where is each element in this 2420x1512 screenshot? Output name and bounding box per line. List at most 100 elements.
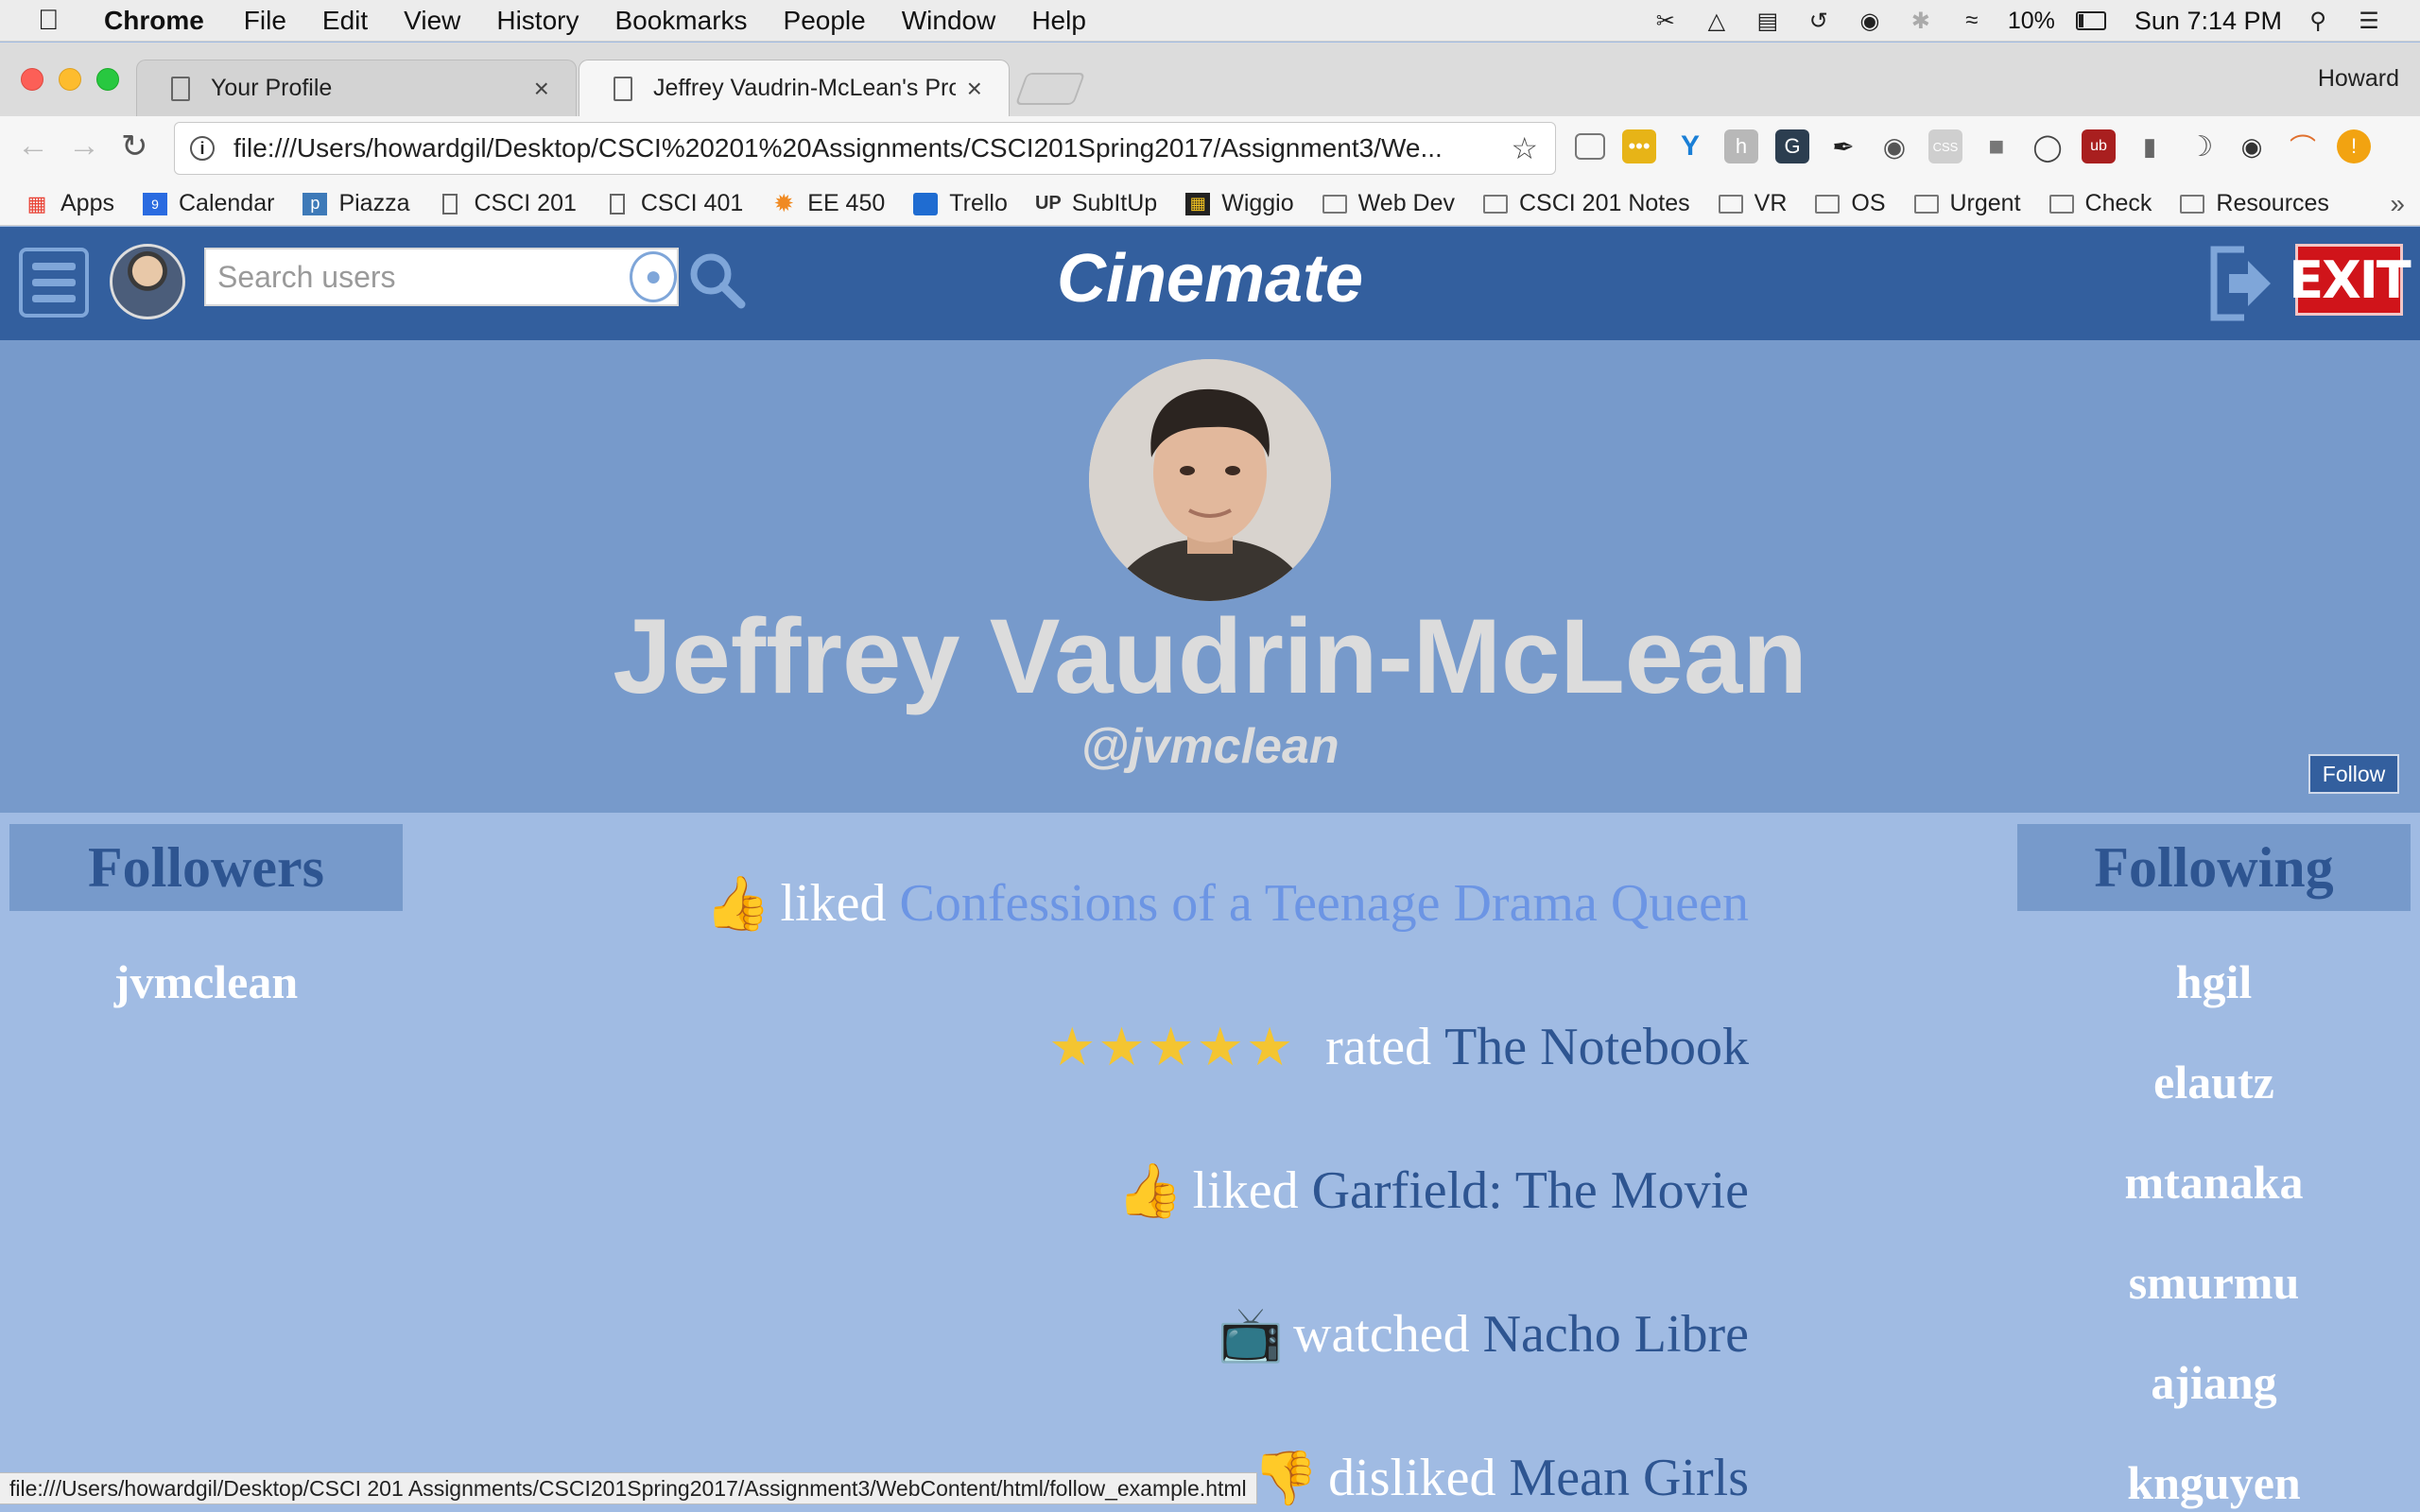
bookmark-folder-os[interactable]: OS [1815, 190, 1886, 217]
address-bar-url: file:///Users/howardgil/Desktop/CSCI%202… [233, 133, 1443, 163]
profile-handle: @jvmclean [1080, 719, 1340, 774]
profile-full-name: Jeffrey Vaudrin-McLean [613, 597, 1807, 715]
bookmark-folder-csci-201-notes[interactable]: CSCI 201 Notes [1483, 190, 1690, 217]
binoculars-icon[interactable]: ◉ [1855, 8, 1885, 34]
notification-center-icon[interactable]: ☰ [2354, 8, 2384, 34]
bookmark-ee-450[interactable]: ✹ EE 450 [771, 189, 885, 217]
alert-icon[interactable]: ! [2337, 129, 2371, 163]
new-tab-button[interactable] [1014, 73, 1086, 105]
lightbulb-icon[interactable]: ◯ [2031, 129, 2065, 163]
menu-file[interactable]: File [244, 6, 286, 36]
movie-link[interactable]: Garfield: The Movie [1312, 1160, 1749, 1221]
menu-people[interactable]: People [784, 6, 866, 36]
airplay-icon[interactable]: △ [1702, 8, 1732, 34]
bookmark-piazza[interactable]: p Piazza [302, 190, 409, 217]
lock-icon[interactable]: ■ [1979, 129, 2014, 163]
menu-edit[interactable]: Edit [322, 6, 368, 36]
translate-icon[interactable]: G [1775, 129, 1809, 163]
eyedropper-icon[interactable]: ✒ [1826, 129, 1860, 163]
menu-bookmarks[interactable]: Bookmarks [614, 6, 747, 36]
info-icon[interactable]: i [190, 136, 215, 161]
bookmarks-overflow-chevron-icon[interactable]: » [2390, 189, 2405, 219]
movie-link[interactable]: Confessions of a Teenage Drama Queen [899, 873, 1749, 934]
follower-user-link[interactable]: jvmclean [9, 932, 403, 1032]
address-bar[interactable]: i file:///Users/howardgil/Desktop/CSCI%2… [174, 122, 1556, 175]
bookmark-trello[interactable]: Trello [913, 190, 1008, 217]
close-window-button[interactable] [21, 68, 43, 91]
page-icon [605, 193, 630, 215]
search-users-input[interactable] [217, 259, 631, 295]
bookmark-wiggio[interactable]: ▦ Wiggio [1185, 190, 1294, 217]
bookmark-calendar[interactable]: 9 Calendar [142, 190, 274, 217]
close-tab-icon[interactable]: × [534, 74, 549, 104]
movie-link[interactable]: Nacho Libre [1483, 1304, 1749, 1365]
hamburger-menu-icon[interactable] [19, 248, 89, 318]
css-icon[interactable]: CSS [1928, 129, 1962, 163]
app-menu-chrome[interactable]: Chrome [104, 6, 204, 36]
following-user-link[interactable]: hgil [2017, 932, 2411, 1032]
bookmark-subitup[interactable]: UP SubItUp [1035, 190, 1157, 217]
current-user-avatar[interactable] [110, 244, 185, 319]
chrome-profile-button[interactable]: Howard [2318, 65, 2399, 93]
bookmark-folder-resources[interactable]: Resources [2180, 190, 2329, 217]
movie-link[interactable]: Mean Girls [1509, 1448, 1749, 1508]
browser-tab-strip: Your Profile × Jeffrey Vaudrin-McLean's … [0, 43, 2420, 116]
bookmark-label: Trello [949, 190, 1008, 216]
minimize-window-button[interactable] [59, 68, 81, 91]
bookmark-csci-401[interactable]: CSCI 401 [605, 190, 743, 217]
rainbow-icon[interactable]: ⌒ [2286, 129, 2320, 163]
time-machine-icon[interactable]: ↺ [1804, 8, 1834, 34]
ublock-icon[interactable]: ub [2082, 129, 2116, 163]
bluetooth-icon[interactable]: ✱ [1906, 8, 1936, 34]
y-extension-icon[interactable]: Y [1673, 129, 1707, 163]
user-silhouette-icon[interactable]: ● [630, 251, 677, 302]
search-icon[interactable] [686, 249, 747, 310]
spotlight-search-icon[interactable]: ⚲ [2303, 8, 2333, 34]
wifi-icon[interactable]: ≈ [1957, 8, 1987, 34]
bookmark-folder-web-dev[interactable]: Web Dev [1322, 190, 1455, 217]
tab-jeffrey-profile[interactable]: Jeffrey Vaudrin-McLean's Prof × [579, 60, 1010, 116]
bookmark-folder-check[interactable]: Check [2048, 190, 2152, 217]
following-user-link[interactable]: smurmu [2017, 1232, 2411, 1332]
calendar-icon: 9 [142, 192, 167, 215]
battery-icon[interactable] [2075, 8, 2106, 34]
menu-history[interactable]: History [496, 6, 579, 36]
link-status-bar: file:///Users/howardgil/Desktop/CSCI 201… [0, 1472, 1257, 1504]
maximize-window-button[interactable] [96, 68, 119, 91]
feed-verb: rated [1325, 1018, 1432, 1076]
menu-window[interactable]: Window [902, 6, 996, 36]
following-user-link[interactable]: mtanaka [2017, 1132, 2411, 1232]
bookmark-folder-urgent[interactable]: Urgent [1913, 190, 2021, 217]
html5-icon[interactable]: ▤ [1753, 8, 1783, 34]
bookmark-folder-vr[interactable]: VR [1718, 190, 1787, 217]
menu-help[interactable]: Help [1031, 6, 1086, 36]
bookmark-label: Wiggio [1221, 190, 1294, 216]
cast-icon[interactable] [1575, 133, 1605, 160]
feed-verb: liked [780, 874, 887, 933]
dark-mode-moon-icon[interactable]: ☽ [2184, 129, 2218, 163]
h-extension-icon[interactable]: h [1724, 129, 1758, 163]
owl-icon[interactable]: ◉ [2235, 129, 2269, 163]
following-user-link[interactable]: knguyen [2017, 1433, 2411, 1512]
bookmark-csci-201[interactable]: CSCI 201 [438, 190, 577, 217]
menubar-clock[interactable]: Sun 7:14 PM [2135, 7, 2282, 36]
close-tab-icon[interactable]: × [967, 74, 982, 104]
forward-arrow-icon[interactable]: → [68, 128, 100, 164]
back-arrow-icon[interactable]: ← [17, 128, 49, 164]
ghostery-icon[interactable]: ◉ [1877, 129, 1911, 163]
menu-view[interactable]: View [404, 6, 460, 36]
following-user-link[interactable]: ajiang [2017, 1332, 2411, 1433]
bookmark-apps[interactable]: ▦ Apps [25, 190, 114, 217]
lastpass-icon[interactable]: ••• [1622, 129, 1656, 163]
plug-icon[interactable]: ▮ [2133, 129, 2167, 163]
following-user-link[interactable]: elautz [2017, 1032, 2411, 1132]
follow-button[interactable]: Follow [2308, 754, 2399, 794]
scissors-icon[interactable]: ✂ [1651, 8, 1681, 34]
exit-button[interactable]: EXIT [2289, 244, 2411, 316]
tab-your-profile[interactable]: Your Profile × [136, 60, 577, 116]
movie-link[interactable]: The Notebook [1444, 1017, 1749, 1077]
reload-icon[interactable]: ↻ [121, 128, 148, 165]
bookmark-star-icon[interactable]: ☆ [1511, 130, 1538, 166]
apple-menu-icon[interactable]:  [38, 5, 72, 37]
logout-icon[interactable] [2206, 244, 2276, 323]
